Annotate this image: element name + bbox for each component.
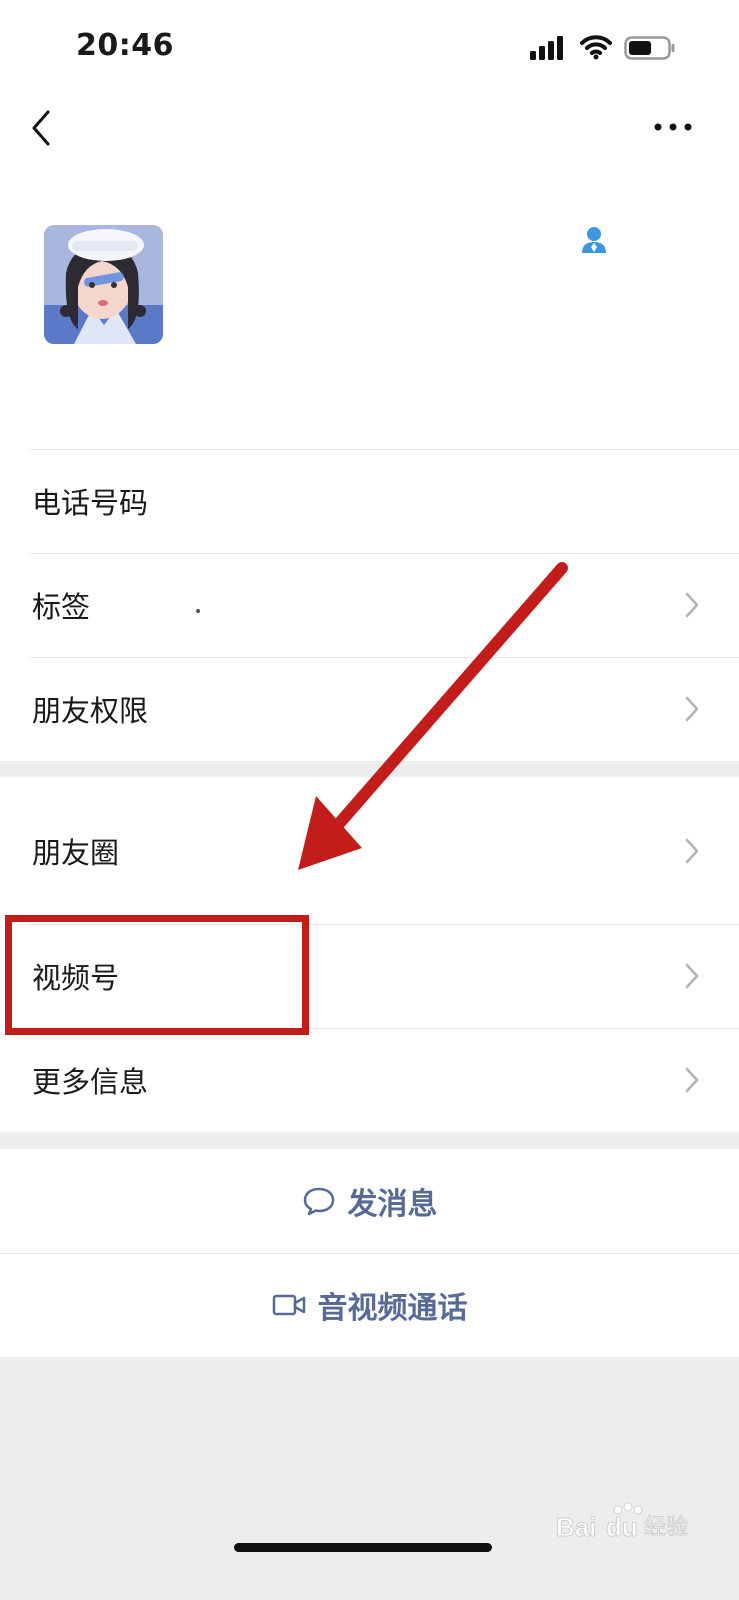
signal-icon [530, 36, 563, 60]
av-call-button[interactable]: 音视频通话 [0, 1253, 739, 1357]
list-item-label: 电话号码 [32, 486, 149, 520]
wifi-icon [580, 35, 612, 60]
more-dots-icon[interactable] [652, 112, 694, 142]
svg-text:Bai: Bai [556, 1512, 596, 1542]
send-message-button[interactable]: 发消息 [0, 1149, 739, 1253]
svg-text:经验: 经验 [644, 1515, 688, 1540]
status-time: 20:46 [76, 28, 174, 63]
avatar[interactable] [44, 225, 163, 344]
chevron-right-icon [685, 1067, 699, 1093]
list-item-label: 标签 [32, 590, 91, 624]
back-chevron-icon[interactable] [26, 108, 66, 148]
gender-male-icon [582, 227, 606, 253]
chevron-right-icon [685, 592, 699, 618]
battery-icon [624, 36, 675, 60]
divider [30, 553, 739, 554]
list-item-label: 更多信息 [32, 1065, 149, 1099]
list-item-more-info[interactable]: 更多信息 [0, 1028, 739, 1132]
annotation-arrow-icon [298, 562, 568, 870]
action-list: 发消息 音视频通话 [0, 1149, 739, 1357]
divider [0, 1253, 739, 1254]
chevron-right-icon [685, 696, 699, 722]
tag-value-dot [196, 609, 200, 613]
annotation-highlight-box [5, 915, 309, 1035]
chevron-right-icon [685, 838, 699, 863]
svg-text:du: du [606, 1512, 638, 1542]
chevron-right-icon [685, 963, 699, 989]
list-item-phone[interactable]: 电话号码 [0, 449, 739, 553]
video-camera-icon [272, 1294, 305, 1316]
send-message-label: 发消息 [347, 1187, 438, 1222]
list-item-label: 朋友权限 [32, 694, 149, 728]
av-call-label: 音视频通话 [317, 1291, 468, 1326]
home-indicator[interactable] [234, 1543, 492, 1552]
chat-bubble-icon [303, 1187, 334, 1216]
divider [30, 449, 739, 450]
baidu-jingyan-watermark: Bai du 经验 [556, 1502, 689, 1543]
list-item-label: 朋友圈 [32, 835, 120, 870]
